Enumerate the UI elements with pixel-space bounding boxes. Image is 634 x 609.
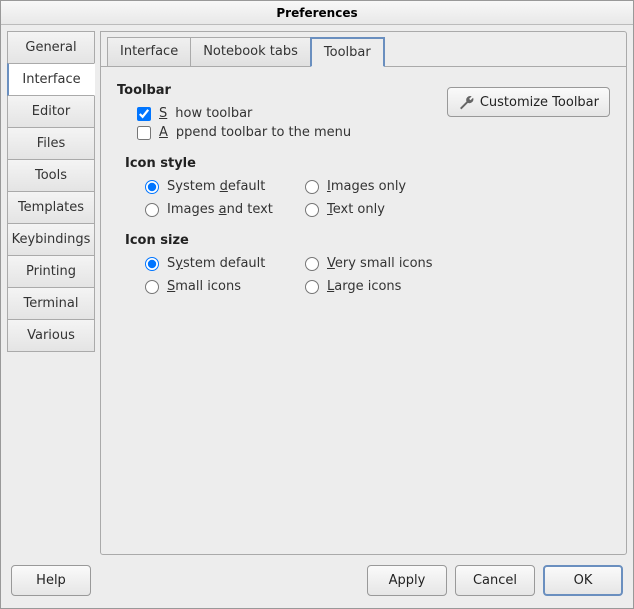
sidetab-printing[interactable]: Printing [7,255,95,288]
icon-style-label: Images only [327,179,406,194]
footer: Help Apply Cancel OK [1,555,633,608]
icon-size-radio[interactable] [305,257,319,271]
tab-interface[interactable]: Interface [107,37,191,67]
icon-style-radio[interactable] [145,203,159,217]
append-toolbar-row: Append toolbar to the menu [137,125,610,140]
icon-size-radio[interactable] [305,280,319,294]
icon-size-option-very-small-icons[interactable]: Very small icons [305,256,465,271]
sidetab-various[interactable]: Various [7,319,95,352]
customize-toolbar-button[interactable]: Customize Toolbar [447,87,610,117]
sidetab-general[interactable]: General [7,31,95,64]
show-toolbar-label[interactable]: Show toolbar [159,106,252,121]
icon-style-group: System default Images only Images and text… [145,179,610,217]
icon-size-option-large-icons[interactable]: Large icons [305,279,465,294]
icon-style-option-text-only[interactable]: Text only [305,202,465,217]
section-title-icon-style: Icon style [125,156,610,171]
cancel-button[interactable]: Cancel [455,565,535,596]
icon-style-radio[interactable] [305,203,319,217]
icon-style-option-images-only[interactable]: Images only [305,179,465,194]
icon-style-label: System default [167,179,265,194]
icon-style-label: Images and text [167,202,273,217]
icon-size-radio[interactable] [145,280,159,294]
icon-style-option-system-default[interactable]: System default [145,179,305,194]
wrench-icon [458,94,474,110]
icon-size-group: System default Very small icons Small icon… [145,256,610,294]
sidetab-editor[interactable]: Editor [7,95,95,128]
tab-toolbar[interactable]: Toolbar [310,37,385,67]
icon-size-label: System default [167,256,265,271]
sidetab-tools[interactable]: Tools [7,159,95,192]
apply-button[interactable]: Apply [367,565,447,596]
main-area: GeneralInterfaceEditorFilesToolsTemplate… [1,25,633,555]
side-tabs: GeneralInterfaceEditorFilesToolsTemplate… [7,31,95,555]
sidetab-interface[interactable]: Interface [7,63,95,96]
window-title: Preferences [276,6,357,20]
append-toolbar-label[interactable]: Append toolbar to the menu [159,125,351,140]
icon-size-option-small-icons[interactable]: Small icons [145,279,305,294]
show-toolbar-checkbox[interactable] [137,107,151,121]
icon-style-option-images-and-text[interactable]: Images and text [145,202,305,217]
help-button[interactable]: Help [11,565,91,596]
content-pane: InterfaceNotebook tabsToolbar Customize … [100,31,627,555]
icon-style-radio[interactable] [145,180,159,194]
icon-size-label: Very small icons [327,256,433,271]
titlebar: Preferences [1,1,633,25]
icon-size-radio[interactable] [145,257,159,271]
icon-style-radio[interactable] [305,180,319,194]
customize-toolbar-label: Customize Toolbar [480,95,599,110]
tab-notebook-tabs[interactable]: Notebook tabs [190,37,311,67]
sidetab-templates[interactable]: Templates [7,191,95,224]
icon-style-label: Text only [327,202,385,217]
section-title-icon-size: Icon size [125,233,610,248]
icon-size-label: Large icons [327,279,401,294]
icon-size-label: Small icons [167,279,241,294]
ok-button[interactable]: OK [543,565,623,596]
top-tabs: InterfaceNotebook tabsToolbar [101,37,626,67]
sidetab-keybindings[interactable]: Keybindings [7,223,95,256]
icon-size-option-system-default[interactable]: System default [145,256,305,271]
sidetab-files[interactable]: Files [7,127,95,160]
tab-pane-toolbar: Customize Toolbar Toolbar Show toolbar A… [101,66,626,554]
append-toolbar-checkbox[interactable] [137,126,151,140]
sidetab-terminal[interactable]: Terminal [7,287,95,320]
footer-spacer [99,565,359,596]
